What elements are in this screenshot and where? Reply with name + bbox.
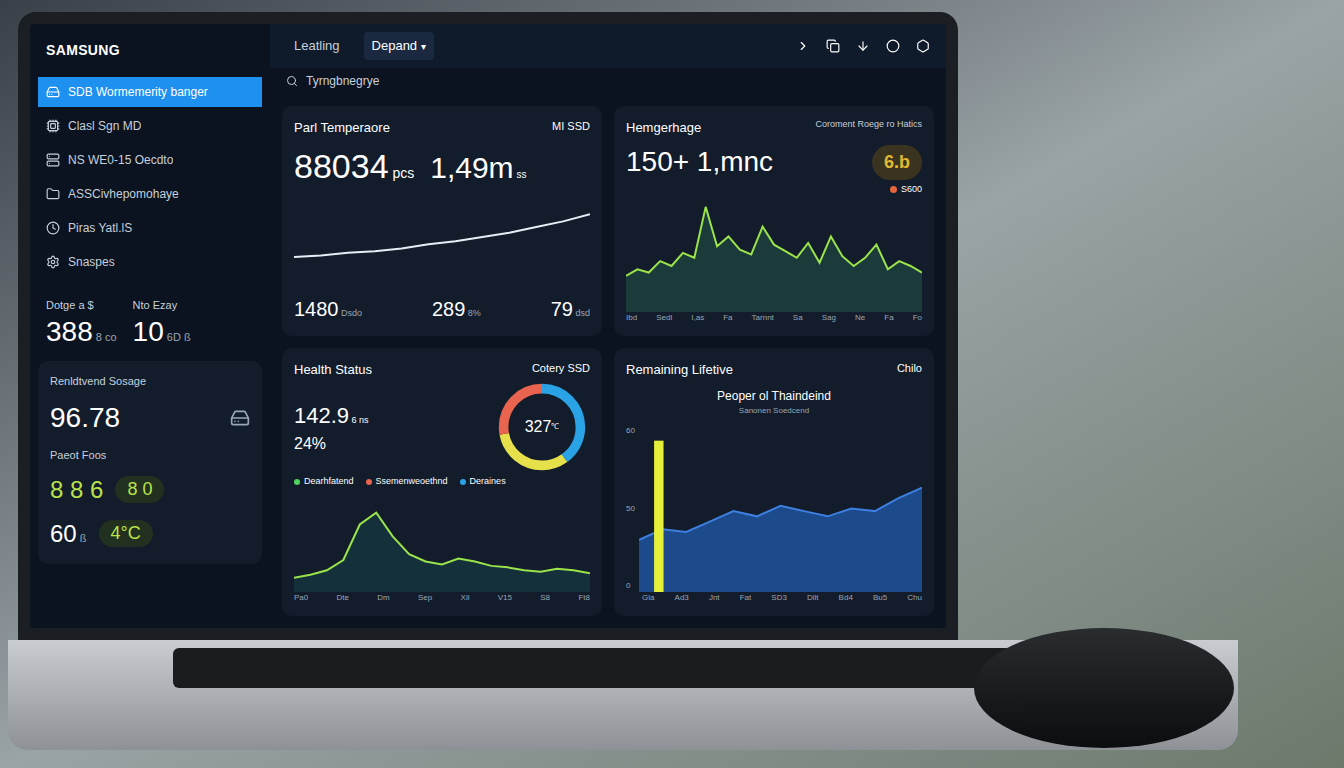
sidebar-item[interactable]: SDB Wormemerity banger [38, 77, 262, 107]
drive-icon [46, 85, 60, 99]
hexagon-icon[interactable] [916, 39, 930, 53]
legend-item: Dearhfatend [294, 475, 354, 489]
hemgerhage-card: HemgerhageCoroment Roege ro Hatics150+ 1… [614, 106, 934, 336]
temperature-card: Parl TemperaoreMI SSD88034 pcs1,49m ss14… [282, 106, 602, 336]
badge: 6.b [872, 145, 922, 180]
scene: SAMSUNG SDB Wormemerity banger Clasl Sgn M… [0, 0, 1344, 768]
stat: Nto Ezay10 6D ß [133, 297, 191, 349]
temp-badge: 4°C [99, 520, 153, 547]
stat: Dotge a $388 8 co [46, 297, 117, 349]
lifetime-card: Remaining LifetiveChiloPeoper ol Thainde… [614, 348, 934, 617]
sidebar: SAMSUNG SDB Wormemerity banger Clasl Sgn M… [30, 24, 270, 628]
drive-icon [46, 221, 60, 235]
badge: 8 0 [115, 476, 164, 503]
hemgerhage-chart [626, 197, 922, 312]
reading: 1480 Dsdo [294, 294, 362, 324]
sidebar-item[interactable]: Clasl Sgn MD [38, 111, 262, 141]
search-icon [286, 75, 298, 87]
reading: 79 dsd [551, 294, 590, 324]
legend-item: Ssemenweoethnd [366, 475, 448, 489]
brand: SAMSUNG [38, 32, 262, 69]
sidebar-item[interactable]: ASSCivhepomohaye [38, 179, 262, 209]
screen-bezel: SAMSUNG SDB Wormemerity banger Clasl Sgn M… [18, 12, 958, 640]
sidebar-item[interactable]: NS WE0-15 Oecdto [38, 145, 262, 175]
drive-icon [46, 255, 60, 269]
mouse[interactable] [974, 628, 1234, 748]
search: Tyrngbnegrye [270, 68, 946, 94]
tab[interactable]: Leatling [286, 32, 348, 60]
sidebar-item[interactable]: Snaspes [38, 247, 262, 277]
arrow-icon[interactable] [796, 39, 810, 53]
reading: 289 8% [432, 294, 481, 324]
drive-icon [230, 408, 250, 428]
drive-icon [46, 187, 60, 201]
legend-item: Deraines [460, 475, 506, 489]
drive-icon [46, 119, 60, 133]
lifetime-chart [639, 425, 922, 592]
health-chart [294, 489, 590, 593]
sidebar-item[interactable]: Piras Yatl.lS [38, 213, 262, 243]
keyboard [173, 648, 1073, 688]
storage-card: Renldtvend Sosage96.78Paeot Foos8 8 68 0… [38, 361, 262, 564]
health-card: Health StatusCotery SSD142.9 6 ns24%327℃… [282, 348, 602, 617]
dashboard: SAMSUNG SDB Wormemerity banger Clasl Sgn M… [30, 24, 946, 628]
main: Leatling Depand▾ Tyrngbnegrye Parl Temperao… [270, 24, 946, 628]
drive-icon [46, 153, 60, 167]
temperature-chart [294, 200, 590, 286]
stats-row: Dotge a $388 8 co Nto Ezay10 6D ß [38, 285, 262, 349]
topbar: Leatling Depand▾ [270, 24, 946, 68]
legend-dot [890, 186, 897, 193]
download-icon[interactable] [856, 39, 870, 53]
tab[interactable]: Depand▾ [364, 32, 435, 60]
copy-icon[interactable] [826, 39, 840, 53]
circle-icon[interactable] [886, 39, 900, 53]
